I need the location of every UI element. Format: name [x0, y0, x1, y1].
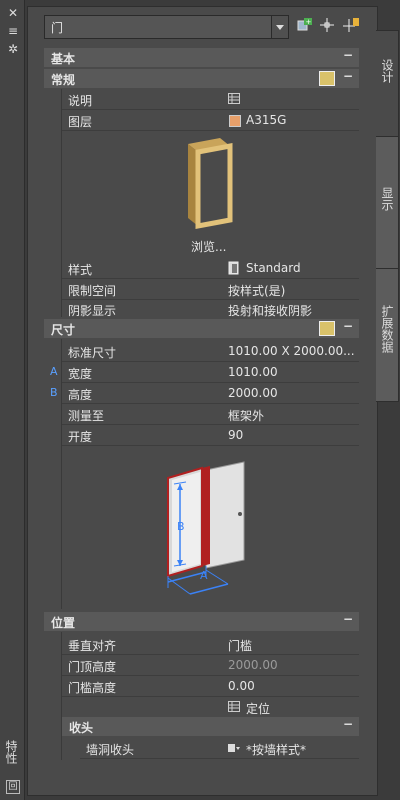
property-label: 样式	[68, 263, 93, 277]
diagram-label-a: A	[200, 569, 208, 582]
property-label: 宽度	[68, 367, 93, 381]
table-icon[interactable]	[228, 701, 240, 712]
section-basic-header[interactable]: 基本 −	[44, 48, 359, 67]
object-type-select[interactable]: 门	[44, 15, 289, 39]
svg-text:+: +	[306, 18, 312, 26]
select-objects-icon[interactable]: +	[296, 16, 314, 34]
tab-label: 设计	[380, 59, 394, 83]
collapse-icon[interactable]: −	[343, 48, 353, 62]
property-label: 开度	[68, 430, 93, 444]
property-value: 90	[228, 428, 244, 442]
tab-design[interactable]: 设计	[376, 30, 399, 138]
property-value: 按样式(是)	[228, 284, 286, 298]
property-row-sill-height[interactable]: 门槛高度 0.00	[62, 676, 359, 697]
tab-label: 显示	[380, 187, 394, 211]
property-label: 测量至	[68, 409, 105, 423]
property-value: 定位	[246, 702, 271, 716]
door-style-preview[interactable]	[180, 134, 236, 230]
property-row-standard-size[interactable]: 标准尺寸 1010.00 X 2000.00...	[62, 341, 359, 362]
property-value: 1010.00 X 2000.00...	[228, 344, 355, 358]
property-label: 图层	[68, 115, 93, 129]
collapse-icon[interactable]: −	[343, 717, 353, 731]
section-title: 位置	[51, 616, 76, 630]
quick-properties-icon[interactable]	[319, 71, 335, 86]
collapse-icon[interactable]: −	[343, 612, 353, 626]
close-icon[interactable]: ✕	[6, 6, 20, 20]
property-value: 门槛	[228, 639, 253, 653]
object-type-value: 门	[51, 21, 64, 35]
property-row-width[interactable]: A 宽度 1010.00	[50, 362, 359, 383]
property-value: *按墙样式*	[246, 743, 307, 757]
menu-icon[interactable]: ≡	[6, 24, 20, 38]
property-row-description[interactable]: 说明	[62, 89, 359, 110]
quick-select-icon[interactable]	[342, 16, 360, 34]
section-dimensions-header[interactable]: 尺寸 −	[44, 319, 359, 338]
property-label: 垂直对齐	[68, 639, 117, 653]
property-row-swing[interactable]: 开度 90	[62, 425, 359, 446]
property-row-anchor[interactable]: 定位	[62, 697, 359, 718]
property-row-shadow[interactable]: 阴影显示 投射和接收阴影	[62, 299, 359, 320]
section-title: 尺寸	[51, 323, 76, 337]
property-row-style[interactable]: 样式 Standard	[62, 258, 359, 279]
property-value: 2000.00	[228, 386, 278, 400]
palette-options-icon[interactable]: 回	[6, 780, 20, 794]
section-title: 收头	[69, 721, 94, 735]
dimension-letter: A	[50, 365, 58, 378]
tab-display[interactable]: 显示	[376, 136, 399, 270]
section-head-header[interactable]: 收头 −	[62, 717, 359, 736]
section-title: 基本	[51, 52, 76, 66]
section-title: 常规	[51, 73, 76, 87]
property-label: 高度	[68, 388, 93, 402]
property-value: A315G	[246, 113, 287, 127]
property-row-measure-to[interactable]: 测量至 框架外	[62, 404, 359, 425]
property-row-head-height[interactable]: 门顶高度 2000.00	[62, 655, 359, 676]
property-label: 限制空间	[68, 284, 117, 298]
property-row-vertical-alignment[interactable]: 垂直对齐 门槛	[62, 634, 359, 655]
dimension-letter: B	[50, 386, 58, 399]
property-label: 门槛高度	[68, 681, 117, 695]
property-row-height[interactable]: B 高度 2000.00	[50, 383, 359, 404]
property-label: 阴影显示	[68, 304, 117, 318]
property-value: 1010.00	[228, 365, 278, 379]
collapse-icon[interactable]: −	[343, 69, 353, 83]
browse-link[interactable]: 浏览...	[191, 238, 226, 255]
section-location-header[interactable]: 位置 −	[44, 612, 359, 631]
quick-properties-icon[interactable]	[319, 321, 335, 336]
dropdown-icon[interactable]	[228, 743, 240, 753]
palette-title-bar: ✕ ≡ ✲ 特性 回	[0, 0, 25, 800]
property-label: 墙洞收头	[86, 743, 135, 757]
property-label: 说明	[68, 94, 93, 108]
layer-color-swatch	[229, 115, 241, 127]
add-selection-icon[interactable]	[318, 16, 336, 34]
property-value: 框架外	[228, 409, 265, 423]
diagram-label-b: B	[177, 520, 185, 533]
chevron-down-icon[interactable]	[271, 16, 288, 38]
property-value: Standard	[246, 261, 301, 275]
palette-title: 特性	[4, 740, 18, 764]
property-label: 标准尺寸	[68, 346, 117, 360]
settings-icon[interactable]: ✲	[6, 42, 20, 56]
property-row-layer[interactable]: 图层 A315G	[62, 110, 359, 131]
door-dimension-diagram: B A	[167, 461, 245, 595]
property-value: 0.00	[228, 679, 255, 693]
door-icon	[228, 261, 239, 275]
tab-label: 扩展数据	[380, 305, 394, 353]
collapse-icon[interactable]: −	[343, 319, 353, 333]
tab-extended-data[interactable]: 扩展数据	[376, 268, 399, 402]
section-general-header[interactable]: 常规 −	[44, 69, 359, 88]
property-row-opening-trim[interactable]: 墙洞收头 *按墙样式*	[80, 738, 359, 759]
property-value: 投射和接收阴影	[228, 304, 313, 318]
property-value: 2000.00	[228, 658, 278, 672]
property-label: 门顶高度	[68, 660, 117, 674]
property-row-limit-space[interactable]: 限制空间 按样式(是)	[62, 279, 359, 300]
table-icon[interactable]	[228, 93, 240, 104]
